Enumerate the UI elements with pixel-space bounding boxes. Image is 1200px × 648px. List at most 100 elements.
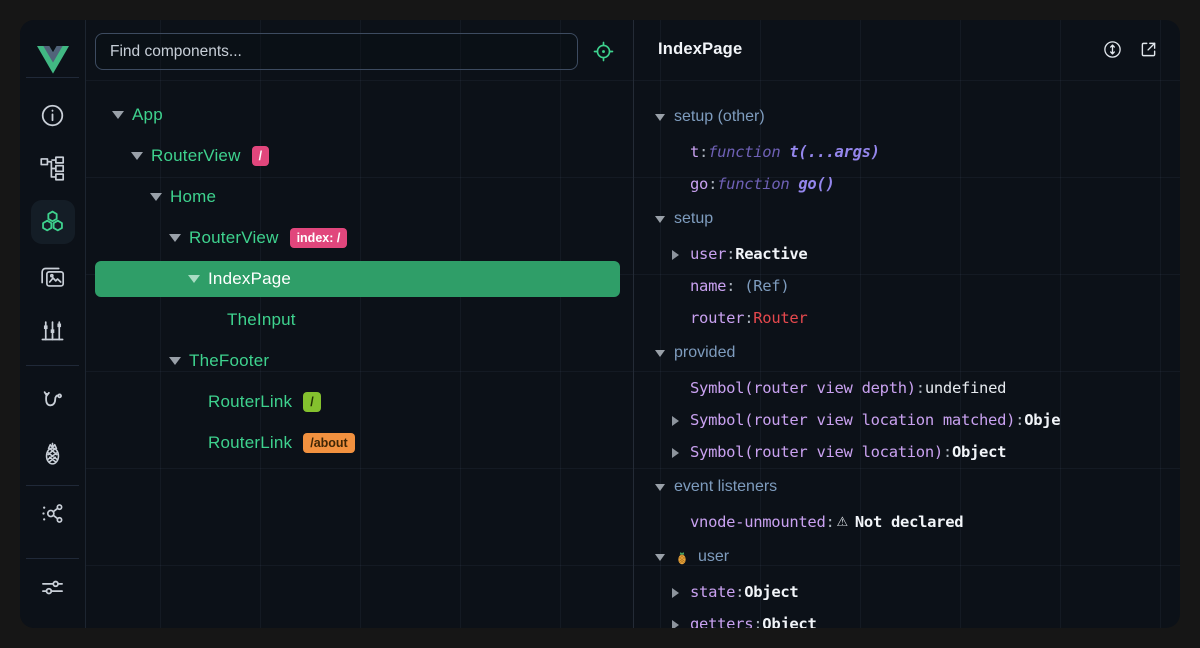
state-key: t (690, 143, 699, 161)
component-name: RouterLink (208, 433, 292, 453)
triangle-right-icon (672, 620, 679, 629)
images-icon (39, 264, 66, 291)
triangle-down-icon (112, 111, 124, 119)
expand-toggle-icon[interactable] (188, 275, 200, 283)
tree-row-routerview[interactable]: RouterView/ (95, 138, 620, 174)
section-setup-other: setup (other)t : functiont(...args)go : … (655, 98, 1180, 200)
triangle-down-icon (655, 484, 665, 491)
tree-row-thefooter[interactable]: TheFooter (95, 343, 620, 379)
tree-row-home[interactable]: Home (95, 179, 620, 215)
sidebar-divider (26, 485, 79, 486)
sidebar-item-timeline[interactable] (31, 378, 75, 422)
key-value-separator: : (708, 175, 717, 193)
vue-logo[interactable] (37, 46, 69, 74)
triangle-down-icon (188, 275, 200, 283)
state-row-symbol-router-view-location-matched[interactable]: Symbol(router view location matched) : O… (655, 404, 1180, 436)
section-user: user state : Objectgetters : Object (655, 538, 1180, 628)
expand-arrow-icon[interactable] (672, 619, 685, 629)
triangle-down-icon (131, 152, 143, 160)
select-component-button[interactable] (588, 37, 618, 67)
sidebar-item-pinia[interactable] (31, 431, 75, 475)
expand-arrow-icon[interactable] (672, 415, 685, 426)
sidebar-divider (26, 77, 79, 78)
component-tree: AppRouterView/HomeRouterViewindex: /Inde… (95, 97, 633, 461)
state-value: Router (753, 309, 807, 327)
component-name: TheInput (227, 310, 296, 330)
component-name: App (132, 105, 163, 125)
tree-row-routerview[interactable]: RouterViewindex: / (95, 220, 620, 256)
expand-arrow-icon[interactable] (672, 447, 685, 458)
section-header-setup[interactable]: setup (655, 200, 1180, 238)
triangle-down-icon (655, 216, 665, 223)
function-signature: go() (798, 175, 834, 193)
expand-arrow-icon[interactable] (672, 587, 685, 598)
key-value-separator: : (744, 309, 753, 327)
sidebar-item-components[interactable] (31, 200, 75, 244)
state-row-name[interactable]: name : (Ref) (655, 270, 1180, 302)
tree-row-theinput[interactable]: TheInput (95, 302, 620, 338)
state-row-getters[interactable]: getters : Object (655, 608, 1180, 628)
section-label: setup (other) (674, 108, 765, 126)
tree-row-app[interactable]: App (95, 97, 620, 133)
state-row-go[interactable]: go : function go() (655, 168, 1180, 200)
triangle-right-icon (672, 416, 679, 426)
scroll-to-component-icon[interactable] (1100, 37, 1124, 61)
state-key: Symbol(router view depth) (690, 379, 916, 397)
component-name: Home (170, 187, 216, 207)
tree-row-routerlink[interactable]: RouterLink/ (95, 384, 620, 420)
tree-row-indexpage[interactable]: IndexPage (95, 261, 620, 297)
triangle-down-icon (655, 554, 665, 561)
graph-icon (39, 500, 66, 527)
key-value-separator: : (1015, 411, 1024, 429)
pinia-pineapple-icon (39, 440, 66, 467)
expand-toggle-icon[interactable] (169, 357, 181, 365)
key-value-separator: : (753, 615, 762, 628)
state-row-vnode-unmounted[interactable]: vnode-unmounted : ⚠Not declared (655, 506, 1180, 538)
sidebar (20, 20, 86, 628)
section-header-user[interactable]: user (655, 538, 1180, 576)
state-value: Object (952, 443, 1006, 461)
tree-row-routerlink[interactable]: RouterLink/about (95, 425, 620, 461)
sidebar-item-audits[interactable] (31, 308, 75, 352)
section-label: user (698, 548, 729, 566)
triangle-right-icon (672, 250, 679, 260)
expand-toggle-icon[interactable] (150, 193, 162, 201)
expand-toggle-icon[interactable] (131, 152, 143, 160)
expand-toggle-icon[interactable] (112, 111, 124, 119)
mixer-icon (39, 317, 66, 344)
state-row-state[interactable]: state : Object (655, 576, 1180, 608)
sidebar-item-settings[interactable] (31, 565, 75, 609)
route-badge: / (303, 392, 320, 412)
section-header-provided[interactable]: provided (655, 334, 1180, 372)
state-key: go (690, 175, 708, 193)
component-name: IndexPage (208, 269, 291, 289)
state-row-symbol-router-view-depth[interactable]: Symbol(router view depth) : undefined (655, 372, 1180, 404)
function-signature: t(...args) (789, 143, 879, 161)
hierarchy-icon (39, 155, 66, 182)
triangle-right-icon (672, 588, 679, 598)
section-header-event-listeners[interactable]: event listeners (655, 468, 1180, 506)
section-header-setup-other[interactable]: setup (other) (655, 98, 1180, 136)
search-input[interactable] (95, 33, 578, 70)
section-label: provided (674, 344, 735, 362)
expand-arrow-icon[interactable] (672, 249, 685, 260)
state-row-symbol-router-view-location[interactable]: Symbol(router view location) : Object (655, 436, 1180, 468)
inspector-title: IndexPage (658, 40, 1100, 59)
state-inspector-panel: IndexPage setup (other)t : funct (633, 20, 1180, 628)
component-name: RouterView (189, 228, 279, 248)
open-in-editor-icon[interactable] (1136, 37, 1160, 61)
state-row-t[interactable]: t : functiont(...args) (655, 136, 1180, 168)
section-setup: setupuser : Reactivename : (Ref)router :… (655, 200, 1180, 334)
key-value-separator: : (943, 443, 952, 461)
sidebar-item-graph[interactable] (31, 491, 75, 535)
sidebar-item-component-hierarchy[interactable] (31, 146, 75, 190)
expand-toggle-icon[interactable] (169, 234, 181, 242)
function-keyword: function (717, 175, 789, 193)
sidebar-item-overview[interactable] (31, 93, 75, 137)
state-row-router[interactable]: router : Router (655, 302, 1180, 334)
state-key: name (690, 277, 726, 295)
component-name: TheFooter (189, 351, 269, 371)
sidebar-item-assets[interactable] (31, 255, 75, 299)
state-row-user[interactable]: user : Reactive (655, 238, 1180, 270)
info-icon (39, 102, 66, 129)
